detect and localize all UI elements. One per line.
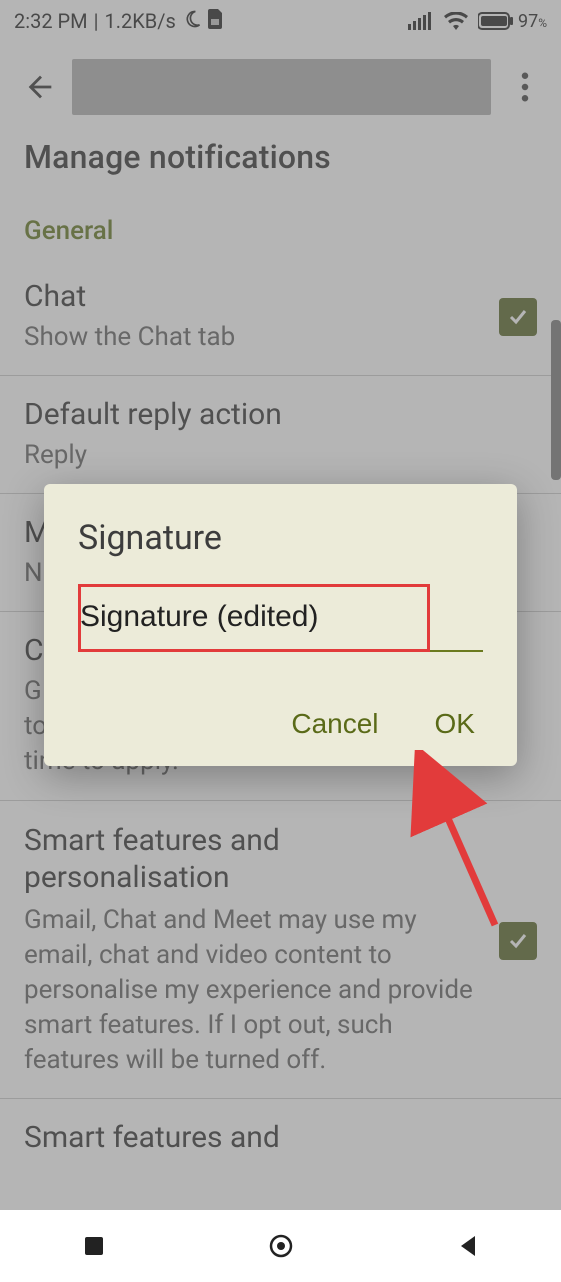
- dialog-title: Signature: [78, 518, 483, 558]
- system-nav-bar: [0, 1210, 561, 1282]
- nav-recent-button[interactable]: [74, 1226, 114, 1266]
- nav-back-button[interactable]: [448, 1226, 488, 1266]
- circle-icon: [268, 1233, 294, 1259]
- triangle-left-icon: [457, 1234, 479, 1258]
- cancel-button[interactable]: Cancel: [291, 708, 378, 740]
- nav-home-button[interactable]: [261, 1226, 301, 1266]
- square-icon: [83, 1235, 105, 1257]
- signature-dialog: Signature Cancel OK: [44, 484, 517, 766]
- signature-input[interactable]: [78, 594, 483, 652]
- ok-button[interactable]: OK: [435, 708, 475, 740]
